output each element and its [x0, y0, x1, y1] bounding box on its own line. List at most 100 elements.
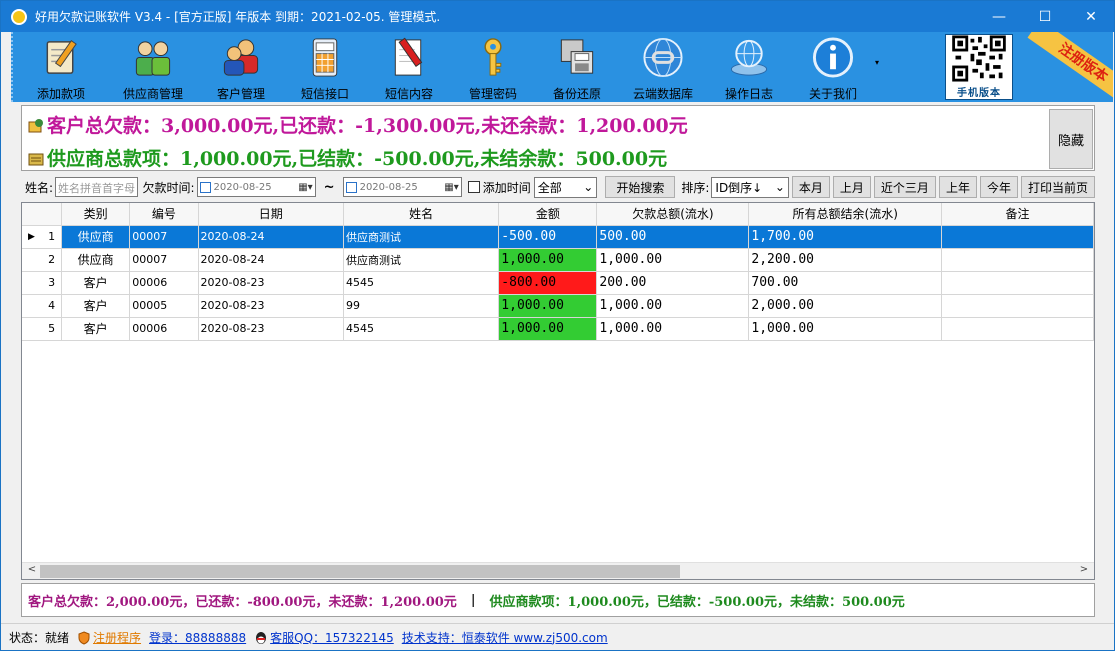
amount-cell[interactable]: 1,000.00: [498, 317, 598, 341]
type-cell[interactable]: 客户: [61, 271, 131, 295]
table-row[interactable]: 4 客户 00005 2020-08-23 99 1,000.00 1,000.00 2,00…: [22, 294, 1094, 318]
search-button[interactable]: 开始搜索: [605, 176, 676, 198]
close-button[interactable]: ✕: [1068, 1, 1114, 32]
type-cell[interactable]: 客户: [61, 294, 131, 318]
register-link-text[interactable]: 注册程序: [93, 631, 141, 645]
records-grid[interactable]: 类别 编号 日期 姓名 金额 欠款总额(流水) 所有总额结余(流水) 备注 1 ▶…: [21, 202, 1095, 580]
table-row[interactable]: 5 客户 00006 2020-08-23 4545 1,000.00 1,000.00 1,…: [22, 317, 1094, 341]
last-year-button[interactable]: 上年: [938, 176, 977, 198]
column-header-note[interactable]: 备注: [941, 203, 1094, 226]
date-cell[interactable]: 2020-08-24: [198, 225, 344, 249]
type-select[interactable]: 全部 ⌄: [533, 176, 598, 198]
login-link[interactable]: 登录：88888888: [149, 629, 246, 646]
horizontal-scrollbar[interactable]: < >: [22, 562, 1094, 579]
row-number-cell[interactable]: 1 ▶: [22, 225, 63, 249]
admin-password-button[interactable]: 管理密码: [461, 32, 525, 102]
amount-cell[interactable]: -500.00: [498, 225, 598, 249]
mobile-version-qr[interactable]: 手机版本: [945, 34, 1013, 100]
code-cell[interactable]: 00007: [129, 225, 199, 249]
column-header-code[interactable]: 编号: [129, 203, 199, 226]
print-page-button[interactable]: 打印当前页: [1020, 176, 1095, 198]
this-year-button[interactable]: 今年: [979, 176, 1018, 198]
add-time-checkbox[interactable]: 添加时间: [467, 179, 531, 196]
balance-cell[interactable]: 700.00: [748, 271, 943, 295]
last-month-button[interactable]: 上月: [832, 176, 871, 198]
code-cell[interactable]: 00005: [129, 294, 199, 318]
scroll-right-icon[interactable]: >: [1076, 564, 1092, 579]
amount-cell[interactable]: 1,000.00: [498, 248, 598, 272]
code-cell[interactable]: 00007: [129, 248, 199, 272]
toolbar-overflow-chevron-icon[interactable]: ▾: [875, 58, 879, 67]
date-from-picker[interactable]: 2020-08-25 ▦▾: [196, 177, 316, 197]
hide-button[interactable]: 隐藏: [1049, 109, 1093, 169]
scrollbar-thumb[interactable]: [40, 565, 680, 578]
calendar-dropdown-icon[interactable]: ▦▾: [444, 182, 458, 193]
total-cell[interactable]: 1,000.00: [596, 317, 750, 341]
column-header-type[interactable]: 类别: [61, 203, 131, 226]
sms-content-button[interactable]: 短信内容: [377, 32, 441, 102]
date-cell[interactable]: 2020-08-23: [198, 271, 344, 295]
total-cell[interactable]: 200.00: [596, 271, 750, 295]
balance-cell[interactable]: 1,000.00: [748, 317, 943, 341]
type-cell[interactable]: 供应商: [61, 225, 131, 249]
name-cell[interactable]: 供应商测试: [343, 248, 500, 272]
column-header-balance[interactable]: 所有总额结余(流水): [748, 203, 943, 226]
total-cell[interactable]: 500.00: [596, 225, 750, 249]
maximize-button[interactable]: ☐: [1022, 1, 1068, 32]
total-cell[interactable]: 1,000.00: [596, 294, 750, 318]
this-month-button[interactable]: 本月: [791, 176, 830, 198]
column-header-date[interactable]: 日期: [198, 203, 344, 226]
operation-log-button[interactable]: 操作日志: [717, 32, 781, 102]
add-time-checkbox-box[interactable]: [467, 181, 480, 193]
add-entry-button[interactable]: 添加款项: [27, 32, 95, 102]
column-header-amount[interactable]: 金额: [498, 203, 598, 226]
scroll-left-icon[interactable]: <: [24, 564, 40, 579]
date-cell[interactable]: 2020-08-23: [198, 294, 344, 318]
note-cell[interactable]: [941, 225, 1094, 249]
date-cell[interactable]: 2020-08-24: [198, 248, 344, 272]
row-number-cell[interactable]: 2: [22, 248, 63, 272]
name-cell[interactable]: 99: [343, 294, 500, 318]
name-cell[interactable]: 供应商测试: [343, 225, 500, 249]
sms-interface-button[interactable]: 短信接口: [293, 32, 357, 102]
row-number-cell[interactable]: 3: [22, 271, 63, 295]
balance-cell[interactable]: 2,000.00: [748, 294, 943, 318]
date-from-checkbox[interactable]: [199, 181, 211, 193]
date-cell[interactable]: 2020-08-23: [198, 317, 344, 341]
tech-support-link[interactable]: 技术支持：恒泰软件 www.zj500.com: [402, 629, 608, 646]
row-number-cell[interactable]: 5: [22, 317, 63, 341]
name-cell[interactable]: 4545: [343, 317, 500, 341]
type-cell[interactable]: 客户: [61, 317, 131, 341]
qq-support-text[interactable]: 客服QQ：157322145: [270, 631, 394, 645]
backup-restore-button[interactable]: 备份还原: [545, 32, 609, 102]
table-row[interactable]: 3 客户 00006 2020-08-23 4545 -800.00 200.00 700.0…: [22, 271, 1094, 295]
calendar-dropdown-icon[interactable]: ▦▾: [298, 182, 312, 193]
amount-cell[interactable]: 1,000.00: [498, 294, 598, 318]
table-row[interactable]: 1 ▶ 供应商 00007 2020-08-24 供应商测试 -500.00 500.00 1,…: [22, 225, 1094, 249]
note-cell[interactable]: [941, 294, 1094, 318]
code-cell[interactable]: 00006: [129, 317, 199, 341]
last-three-months-button[interactable]: 近个三月: [873, 176, 936, 198]
note-cell[interactable]: [941, 248, 1094, 272]
column-header-name[interactable]: 姓名: [343, 203, 500, 226]
balance-cell[interactable]: 1,700.00: [748, 225, 943, 249]
supplier-management-button[interactable]: 供应商管理: [115, 32, 191, 102]
total-cell[interactable]: 1,000.00: [596, 248, 750, 272]
date-to-picker[interactable]: 2020-08-25 ▦▾: [342, 177, 462, 197]
name-cell[interactable]: 4545: [343, 271, 500, 295]
sort-select[interactable]: ID倒序↓ ⌄: [711, 176, 789, 198]
table-row[interactable]: 2 供应商 00007 2020-08-24 供应商测试 1,000.00 1,000.00…: [22, 248, 1094, 272]
cloud-database-button[interactable]: 云端数据库: [625, 32, 701, 102]
about-us-button[interactable]: 关于我们: [801, 32, 865, 102]
column-header-total[interactable]: 欠款总额(流水): [596, 203, 750, 226]
qq-support-link[interactable]: 客服QQ：157322145: [254, 629, 394, 646]
balance-cell[interactable]: 2,200.00: [748, 248, 943, 272]
row-number-cell[interactable]: 4: [22, 294, 63, 318]
register-link[interactable]: 注册程序: [77, 629, 141, 646]
customer-management-button[interactable]: 客户管理: [209, 32, 273, 102]
name-search-input[interactable]: 姓名拼音首字母: [55, 177, 139, 197]
code-cell[interactable]: 00006: [129, 271, 199, 295]
date-to-checkbox[interactable]: [345, 181, 357, 193]
minimize-button[interactable]: —: [976, 1, 1022, 32]
note-cell[interactable]: [941, 271, 1094, 295]
